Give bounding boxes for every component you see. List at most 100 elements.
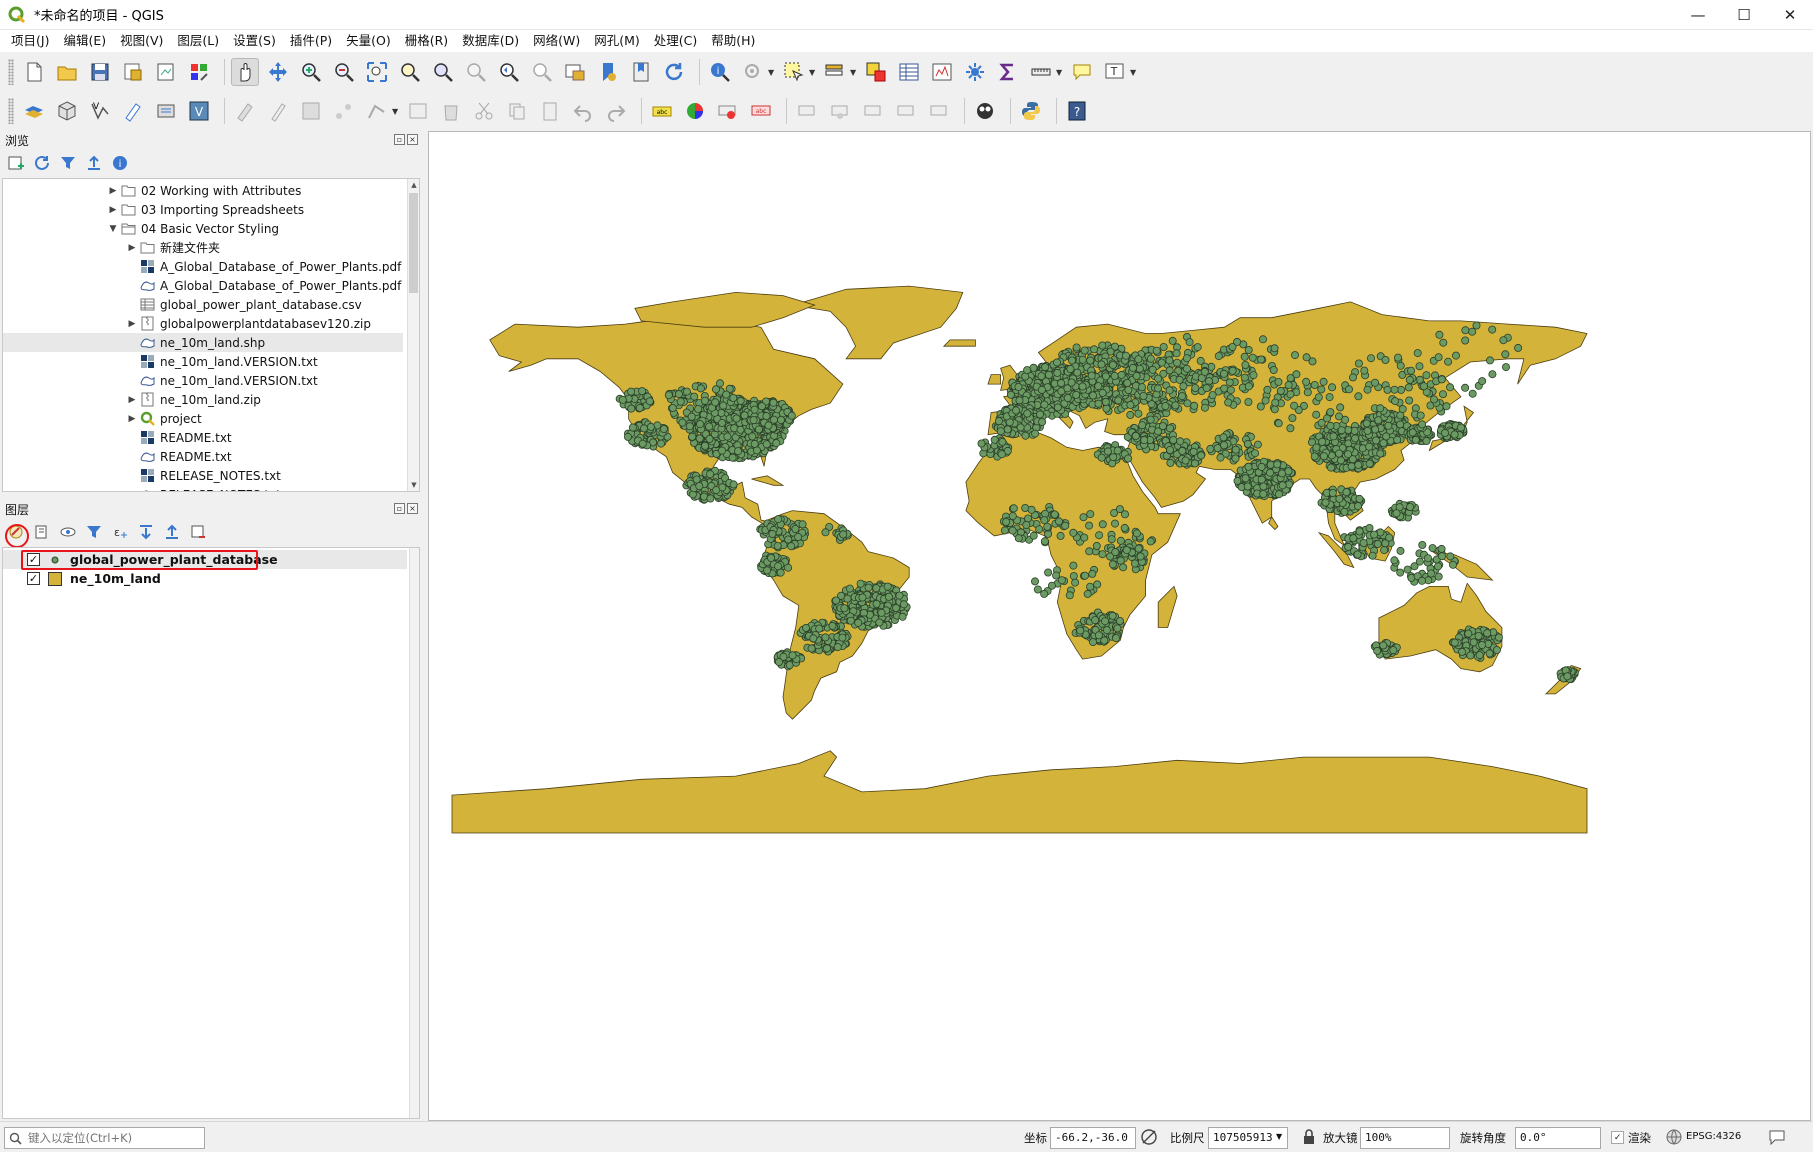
toggle-extents-icon[interactable] — [1140, 1128, 1158, 1146]
layer-item[interactable]: ✓ ne_10m_land — [3, 569, 407, 588]
collapse-all-icon[interactable] — [84, 153, 104, 173]
tree-item[interactable]: A_Global_Database_of_Power_Plants.pdf — [125, 276, 401, 295]
help-icon[interactable]: ? — [1063, 97, 1091, 125]
tree-item[interactable]: ne_10m_land.VERSION.txt — [125, 352, 318, 371]
chevron-down-icon[interactable]: ▼ — [1276, 1132, 1282, 1141]
paste-features-icon[interactable] — [536, 97, 564, 125]
open-project-icon[interactable] — [53, 58, 81, 86]
menu-item-3[interactable]: 图层(L) — [170, 30, 226, 52]
undo-icon[interactable] — [569, 97, 597, 125]
data-source-manager-icon[interactable] — [20, 97, 48, 125]
map-tips-icon[interactable] — [1068, 58, 1096, 86]
menu-item-0[interactable]: 项目(J) — [4, 30, 56, 52]
tree-item[interactable]: README.txt — [125, 447, 232, 466]
chevron-down-icon[interactable]: ▼ — [768, 68, 776, 77]
manage-visibility-icon[interactable] — [58, 522, 78, 542]
remove-layer-icon[interactable] — [188, 522, 208, 542]
world-map[interactable] — [429, 132, 1811, 1121]
maximize-button[interactable]: ☐ — [1721, 0, 1767, 30]
run-action-icon[interactable] — [739, 58, 767, 86]
new-map-view-icon[interactable] — [561, 58, 589, 86]
redo-icon[interactable] — [602, 97, 630, 125]
tree-item[interactable]: ▶ project — [125, 409, 202, 428]
pan-to-selection-icon[interactable] — [264, 58, 292, 86]
new-shapefile-layer-icon[interactable]: V — [86, 97, 114, 125]
menu-item-12[interactable]: 帮助(H) — [704, 30, 762, 52]
pan-map-icon[interactable] — [231, 58, 259, 86]
save-as-icon[interactable] — [119, 58, 147, 86]
save-layer-edits-icon[interactable] — [297, 97, 325, 125]
select-features-icon[interactable] — [780, 58, 808, 86]
move-label-icon[interactable] — [793, 97, 821, 125]
menu-item-11[interactable]: 处理(C) — [647, 30, 704, 52]
zoom-in-icon[interactable] — [297, 58, 325, 86]
chevron-down-icon[interactable]: ▼ — [392, 107, 400, 116]
float-panel-button[interactable]: ▫ — [394, 134, 405, 145]
scroll-up-icon[interactable]: ▲ — [408, 179, 419, 191]
chevron-right-icon[interactable]: ▶ — [125, 395, 139, 405]
tree-item[interactable]: ▶ 新建文件夹 — [125, 238, 220, 257]
crs-label[interactable]: EPSG:4326 — [1686, 1131, 1741, 1142]
tree-item[interactable]: RELEASE_NOTES.txt — [125, 466, 281, 485]
menu-item-2[interactable]: 视图(V) — [113, 30, 170, 52]
polygon-symbol-icon[interactable] — [48, 571, 62, 586]
tree-item[interactable]: ▶ 02 Working with Attributes — [106, 181, 302, 200]
menu-item-4[interactable]: 设置(S) — [226, 30, 283, 52]
coordinate-field[interactable]: -66.2,-36.0 — [1050, 1127, 1136, 1149]
new-project-icon[interactable] — [20, 58, 48, 86]
label-tool-icon[interactable]: abc — [648, 97, 676, 125]
pin-labels-icon[interactable] — [714, 97, 742, 125]
quickmapservices-icon[interactable] — [971, 97, 999, 125]
toggle-editing-icon[interactable] — [264, 97, 292, 125]
locator-bar[interactable] — [4, 1127, 205, 1149]
browser-tree[interactable]: ▲ ▼ ▶ 02 Working with Attributes ▶ 03 Impor… — [2, 178, 420, 492]
show-hide-labels-icon[interactable]: abc — [747, 97, 775, 125]
statistical-summary-icon[interactable] — [994, 58, 1022, 86]
zoom-full-icon[interactable] — [363, 58, 391, 86]
tree-item[interactable]: ▶ 03 Importing Spreadsheets — [106, 200, 305, 219]
new-temporary-layer-icon[interactable] — [119, 97, 147, 125]
delete-selected-icon[interactable] — [437, 97, 465, 125]
filter-legend-icon[interactable] — [84, 522, 104, 542]
zoom-native-icon[interactable] — [462, 58, 490, 86]
identify-features-icon[interactable]: i — [706, 58, 734, 86]
close-panel-button[interactable]: × — [407, 134, 418, 145]
collapse-all-icon[interactable] — [162, 522, 182, 542]
zoom-to-layer-icon[interactable] — [429, 58, 457, 86]
minimize-button[interactable]: — — [1675, 0, 1721, 30]
measure-line-icon[interactable] — [1027, 58, 1055, 86]
locator-input[interactable] — [28, 1131, 198, 1145]
tree-item[interactable]: ▶ ne_10m_land.zip — [125, 390, 261, 409]
layer-tree[interactable]: ✓ global_power_plant_database ✓ ne_10m_land — [2, 547, 420, 1119]
scrollbar-thumb[interactable] — [409, 193, 418, 293]
chevron-down-icon[interactable]: ▼ — [1130, 68, 1138, 77]
chevron-right-icon[interactable]: ▶ — [106, 186, 120, 196]
zoom-next-icon[interactable] — [528, 58, 556, 86]
python-console-icon[interactable] — [1017, 97, 1045, 125]
deselect-features-icon[interactable] — [862, 58, 890, 86]
add-group-icon[interactable] — [32, 522, 52, 542]
toolbar-grip[interactable] — [8, 59, 14, 85]
show-bookmarks-icon[interactable] — [627, 58, 655, 86]
crs-globe-icon[interactable] — [1665, 1128, 1683, 1146]
magnifier-field[interactable]: 100% — [1360, 1127, 1450, 1149]
rotate-label-icon[interactable] — [826, 97, 854, 125]
browser-scrollbar[interactable]: ▲ ▼ — [407, 179, 419, 491]
label-properties-icon[interactable] — [892, 97, 920, 125]
chevron-right-icon[interactable]: ▶ — [106, 205, 120, 215]
cut-features-icon[interactable] — [470, 97, 498, 125]
layer-visibility-checkbox[interactable]: ✓ — [27, 572, 40, 585]
chevron-down-icon[interactable]: ▼ — [809, 68, 817, 77]
menu-item-6[interactable]: 矢量(O) — [339, 30, 398, 52]
select-by-value-icon[interactable] — [821, 58, 849, 86]
map-canvas[interactable] — [428, 131, 1811, 1121]
filter-icon[interactable] — [58, 153, 78, 173]
diagram-tool-icon[interactable] — [681, 97, 709, 125]
processing-toolbox-icon[interactable] — [961, 58, 989, 86]
zoom-to-selection-icon[interactable] — [396, 58, 424, 86]
menu-item-8[interactable]: 数据库(D) — [455, 30, 526, 52]
tree-item[interactable]: global_power_plant_database.csv — [125, 295, 362, 314]
vertex-tool-icon[interactable] — [363, 97, 391, 125]
tree-item[interactable]: A_Global_Database_of_Power_Plants.pdf — [125, 257, 401, 276]
menu-item-7[interactable]: 栅格(R) — [398, 30, 455, 52]
